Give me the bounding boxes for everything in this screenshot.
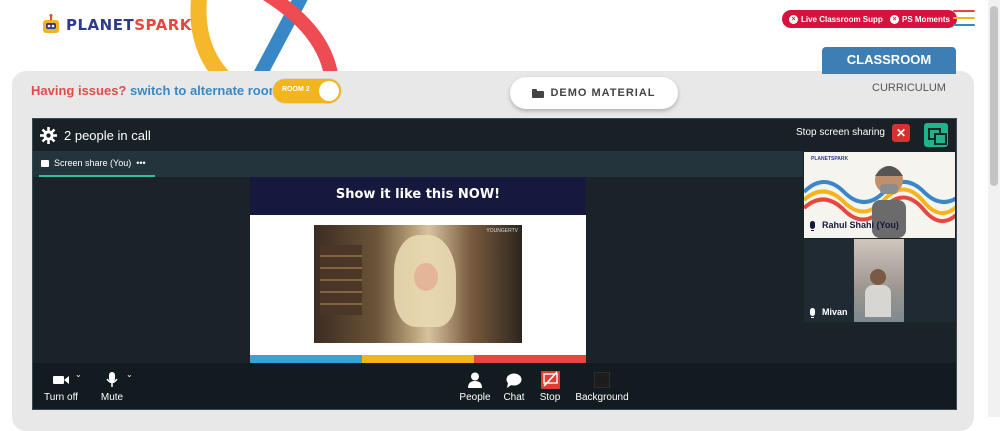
tab-underline bbox=[822, 72, 956, 74]
folder-icon bbox=[532, 88, 545, 98]
tab-classroom[interactable]: CLASSROOM bbox=[822, 47, 956, 73]
scrollbar-thumb[interactable] bbox=[990, 6, 998, 186]
participant-name: Rahul Shahi (You) bbox=[822, 220, 899, 230]
call-controls-bar: Turn off ⌄ Mute ⌄ People Chat Stop Backg… bbox=[33, 363, 956, 409]
gif-watermark: YOUNGERTV bbox=[486, 228, 518, 234]
screen-share-tabbar: Screen share (You) ••• bbox=[33, 151, 803, 177]
participant-tile[interactable]: PLANETSPARK Rahul Shahi (You) bbox=[804, 152, 955, 238]
more-options-icon[interactable]: ••• bbox=[136, 158, 145, 168]
people-button[interactable]: People bbox=[458, 371, 492, 403]
mic-icon bbox=[810, 221, 815, 231]
tab-curriculum[interactable]: CURRICULUM bbox=[872, 82, 946, 94]
close-circle-icon: × bbox=[890, 14, 899, 24]
screen-share-icon bbox=[41, 159, 49, 167]
page-scrollbar[interactable] bbox=[988, 0, 1000, 417]
issues-message: Having issues? switch to alternate room bbox=[31, 83, 281, 98]
stop-screen-share-icon bbox=[540, 371, 560, 389]
hamburger-menu-icon[interactable] bbox=[953, 10, 975, 31]
participant-tile[interactable]: Mivan bbox=[804, 239, 955, 322]
mic-icon bbox=[810, 308, 815, 318]
gear-icon[interactable] bbox=[40, 127, 57, 144]
slide-title: Show it like this NOW! bbox=[250, 177, 586, 215]
participant-name-row: Mivan bbox=[810, 307, 848, 318]
close-circle-icon: × bbox=[789, 14, 798, 24]
participant-name: Mivan bbox=[822, 307, 848, 317]
toggle-knob bbox=[319, 81, 339, 101]
video-call-window: 2 people in call Stop screen sharing ✕ S… bbox=[32, 118, 957, 410]
room-toggle[interactable]: ROOM 2 bbox=[273, 79, 341, 103]
chat-button[interactable]: Chat bbox=[499, 371, 529, 403]
logo-text: PLANETSPARK bbox=[66, 16, 192, 34]
background-button[interactable]: Background bbox=[573, 371, 631, 403]
picture-in-picture-button[interactable] bbox=[924, 123, 948, 147]
people-count: 2 people in call bbox=[64, 128, 151, 143]
mute-button[interactable]: Mute bbox=[95, 371, 129, 403]
stop-sharing-button[interactable]: Stop bbox=[536, 371, 564, 403]
shared-slide: Show it like this NOW! YOUNGERTV bbox=[250, 177, 586, 363]
video-camera-icon bbox=[53, 376, 69, 384]
robot-icon bbox=[43, 14, 59, 33]
participant-brand-logo: PLANETSPARK bbox=[811, 156, 849, 162]
chat-icon bbox=[506, 373, 522, 388]
call-header: 2 people in call Stop screen sharing ✕ bbox=[33, 119, 956, 151]
microphone-icon bbox=[106, 372, 118, 387]
camera-toggle-button[interactable]: Turn off bbox=[43, 371, 79, 403]
chevron-down-icon[interactable]: ⌄ bbox=[75, 370, 82, 379]
background-icon bbox=[594, 372, 610, 388]
demo-material-button[interactable]: DEMO MATERIAL bbox=[510, 77, 678, 109]
ps-moments-button[interactable]: × PS Moments bbox=[883, 10, 958, 28]
people-icon bbox=[468, 372, 482, 388]
active-tab-indicator bbox=[39, 175, 155, 177]
stop-screen-sharing-label: Stop screen sharing bbox=[796, 127, 885, 138]
tab-screen-share[interactable]: Screen share (You) ••• bbox=[41, 158, 146, 168]
planetspark-logo[interactable]: PLANETSPARK bbox=[40, 14, 192, 36]
room-toggle-label: ROOM 2 bbox=[282, 86, 310, 93]
slide-gif-image: YOUNGERTV bbox=[314, 225, 522, 343]
stop-sharing-close-button[interactable]: ✕ bbox=[892, 124, 910, 142]
slide-color-stripes bbox=[250, 355, 586, 363]
chevron-down-icon[interactable]: ⌄ bbox=[126, 370, 133, 379]
participant-name-row: Rahul Shahi (You) bbox=[810, 220, 899, 231]
